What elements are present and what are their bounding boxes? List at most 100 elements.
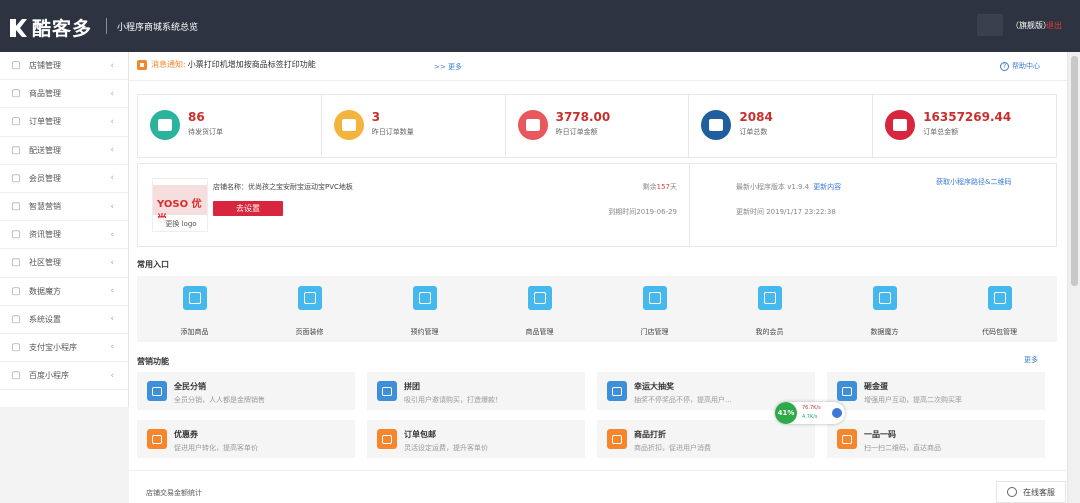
divider (129, 80, 1067, 81)
baidu-icon: ▢ (11, 370, 21, 382)
quick-entry-item[interactable]: 商品管理 (482, 276, 597, 342)
sidebar-item[interactable]: ▢ 系统设置 ‹ (0, 306, 128, 334)
quick-glyph-icon (533, 292, 546, 304)
chevron-left-icon: ‹ (110, 229, 114, 240)
qrcode-link[interactable]: 获取小程序路径&二维码 (936, 177, 1011, 187)
network-monitor-widget[interactable]: 41% 76.7K/s 4.7K/s (775, 402, 845, 424)
quick-entry-item[interactable]: 预约管理 (367, 276, 482, 342)
shop-logo[interactable]: YOSO 优尚 更换 logo (152, 178, 208, 232)
stat-card[interactable]: 86 待发货订单 (138, 95, 322, 157)
brand-name: 酷客多 (32, 18, 93, 40)
quick-entry-label: 门店管理 (640, 328, 669, 336)
logo[interactable]: 酷客多 (8, 14, 92, 41)
chevron-left-icon: ‹ (110, 201, 114, 212)
remain-prefix: 剩余 (642, 183, 657, 191)
marketing-item[interactable]: 一品一码 扫一扫二维码，直达商品 (827, 420, 1045, 458)
sidebar-item-label: 配送管理 (29, 145, 61, 155)
download-speed: 4.7K/s (802, 414, 818, 420)
marketing-item-title: 拼团 (404, 382, 420, 391)
stat-value: 3778.00 (555, 110, 611, 124)
setup-button[interactable]: 去设置 (213, 201, 283, 216)
stats-panel: 86 待发货订单 3 昨日订单数量 3778.00 昨日订单金额 2084 订单总数 16357… (137, 94, 1057, 158)
sidebar-item[interactable]: ▢ 店铺管理 ‹ (0, 52, 128, 81)
sidebar-item[interactable]: ▢ 社区管理 ‹ (0, 249, 128, 278)
stat-icon (333, 110, 364, 140)
marketing-item[interactable]: 砸金蛋 增强用户互动，提高二次购买率 (827, 372, 1045, 410)
sidebar-item[interactable]: ▢ 配送管理 ‹ (0, 137, 128, 165)
version-info: 最新小程序版本 v1.9.4 更新内容 (736, 182, 841, 192)
sidebar-item[interactable]: ▢ 百度小程序 ‹ (0, 362, 128, 391)
update-time: 更新时间 2019/1/17 23:22:38 (736, 208, 836, 216)
marketing-item[interactable]: 优惠券 促进用户转化，提高客单价 (137, 420, 355, 458)
marketing-item-desc: 增强用户互动，提高二次购买率 (864, 396, 962, 404)
chevron-left-icon: ‹ (110, 314, 114, 325)
stat-card[interactable]: 2084 订单总数 (689, 95, 874, 157)
sidebar-item-label: 资讯管理 (29, 230, 61, 240)
marketing-item[interactable]: 全民分销全员分销，人人都是金牌销售 (137, 372, 355, 410)
stat-card[interactable]: 3 昨日订单数量 (322, 95, 506, 157)
quick-entry-item[interactable]: 添加商品 (137, 276, 252, 342)
quick-glyph-icon (648, 292, 661, 304)
marketing-item-title: 一品一码 (864, 430, 896, 439)
stat-glyph-icon (893, 119, 908, 131)
overview-link[interactable]: 总览 (180, 20, 198, 33)
scrollbar[interactable] (1067, 52, 1080, 503)
quick-entry-item[interactable]: 代码包管理 (942, 276, 1057, 342)
update-content-link[interactable]: 更新内容 (813, 183, 841, 191)
stat-value: 16357269.44 (923, 110, 1012, 124)
community-icon: ▢ (11, 257, 21, 269)
marketing-glyph-icon (152, 434, 162, 444)
quick-entry-label: 添加商品 (180, 328, 209, 336)
help-center-link[interactable]: ? 帮助中心 (1000, 61, 1040, 71)
change-logo-caption[interactable]: 更换 logo (153, 218, 207, 231)
sidebar-item-label: 数据魔方 (29, 286, 61, 296)
stat-card[interactable]: 16357269.44 订单总金额 (873, 95, 1056, 157)
sidebar-item[interactable]: ▢ 商品管理 ‹ (0, 80, 128, 109)
marketing-item-desc: 全员分销，人人都是金牌销售 (174, 396, 265, 404)
marketing-item-title: 全民分销 (174, 382, 206, 391)
stat-label: 昨日订单金额 (555, 128, 598, 136)
version-text: 最新小程序版本 v1.9.4 (736, 183, 810, 191)
add-goods-icon (182, 286, 207, 310)
marketing-item[interactable]: 商品打折 商品折扣，促进用户消费 (597, 420, 815, 458)
quick-glyph-icon (993, 292, 1006, 304)
quick-glyph-icon (878, 292, 891, 304)
sidebar-item[interactable]: ▢ 数据魔方 ‹ (0, 278, 128, 306)
network-percent: 41% (775, 402, 797, 424)
quick-glyph-icon (188, 292, 201, 304)
marketing-more-link[interactable]: 更多 (1024, 355, 1038, 365)
stat-icon (517, 110, 548, 140)
divider (129, 470, 1067, 471)
marketing-item-title: 订单包邮 (404, 430, 436, 439)
sidebar-item[interactable]: ▢ 会员管理 ‹ (0, 165, 128, 193)
sidebar-item[interactable]: ▢ 订单管理 ‹ (0, 108, 128, 137)
quick-entry-item[interactable]: 数据魔方 (827, 276, 942, 342)
chevron-left-icon: ‹ (110, 257, 114, 268)
marketing-item-title: 幸运大抽奖 (634, 382, 674, 391)
marketing-item-desc: 灵活设定运费，提升客单价 (404, 444, 488, 452)
chevron-left-icon: ‹ (110, 145, 114, 156)
stat-card[interactable]: 3778.00 昨日订单金额 (506, 95, 690, 157)
sidebar-item[interactable]: ▢ 资讯管理 ‹ (0, 221, 128, 250)
quick-entry-item[interactable]: 我的会员 (712, 276, 827, 342)
sidebar-item-label: 智慧营销 (29, 202, 61, 212)
quick-entry-item[interactable]: 页面装修 (252, 276, 367, 342)
marketing-item-desc: 商品折扣，促进用户消费 (634, 444, 711, 452)
scroll-thumb[interactable] (1071, 56, 1078, 286)
marketing-item[interactable]: 订单包邮灵活设定运费，提升客单价 (367, 420, 585, 458)
marketing-glyph-icon (842, 434, 852, 444)
stat-icon (701, 110, 732, 140)
trade-stats-title: 店铺交易金额统计 (146, 489, 202, 497)
sidebar-item[interactable]: ▢ 智慧营销 ‹ (0, 193, 128, 222)
notice-text[interactable]: 小票打印机增加按商品标签打印功能 (188, 59, 316, 70)
logout-link[interactable]: 退出 (1046, 20, 1062, 31)
sidebar-item[interactable]: ▢ 支付宝小程序 ‹ (0, 334, 128, 363)
data-icon: ▢ (11, 285, 21, 297)
quick-glyph-icon (418, 292, 431, 304)
online-service-button[interactable]: 在线客服 (996, 481, 1066, 503)
online-service-label: 在线客服 (1023, 487, 1055, 497)
quick-entry-item[interactable]: 门店管理 (597, 276, 712, 342)
notice-more-link[interactable]: >> 更多 (434, 62, 462, 72)
avatar[interactable] (977, 14, 1003, 36)
marketing-item[interactable]: 拼团 吸引用户邀请购买，打造爆款！ (367, 372, 585, 410)
